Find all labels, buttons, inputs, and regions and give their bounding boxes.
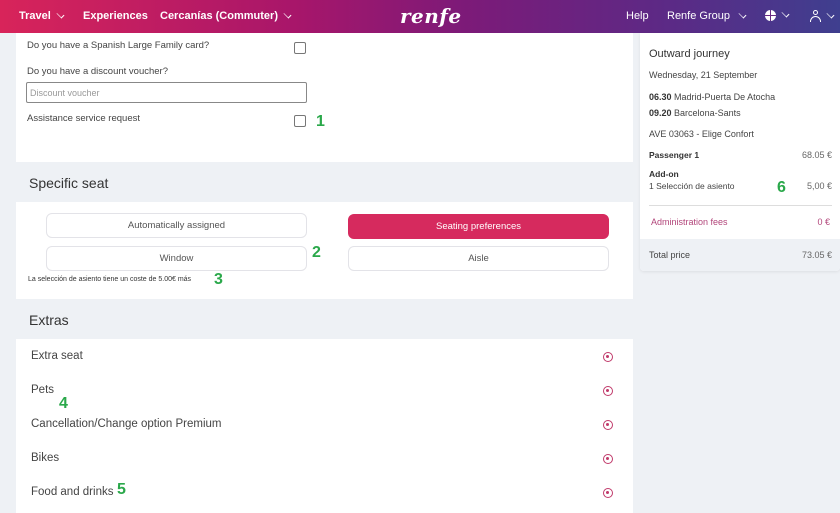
user-icon <box>810 10 821 22</box>
add-circle-icon[interactable] <box>603 488 613 498</box>
extra-item-extra-seat[interactable]: Extra seat <box>16 340 633 374</box>
add-circle-icon[interactable] <box>603 454 613 464</box>
extra-item-pets[interactable]: Pets <box>16 374 633 408</box>
nav-experiences-label: Experiences <box>83 10 148 22</box>
nav-help-label: Help <box>626 10 649 22</box>
main-content: Do you have a Spanish Large Family card?… <box>16 33 633 513</box>
auto-assigned-button[interactable]: Automatically assigned <box>46 213 307 238</box>
admin-fees-price: 0 € <box>817 217 830 227</box>
departure-row: 06.30 Madrid-Puerta De Atocha <box>649 92 775 102</box>
nav-experiences[interactable]: Experiences <box>83 10 148 22</box>
extra-item-label: Food and drinks <box>31 486 114 498</box>
nav-commuter[interactable]: Cercanías (Commuter) <box>160 10 292 22</box>
voucher-label: Do you have a discount voucher? <box>27 66 169 77</box>
departure-station: Madrid-Puerta De Atocha <box>674 92 776 102</box>
passenger-label: Passenger 1 <box>649 150 700 160</box>
add-circle-icon[interactable] <box>603 420 613 430</box>
add-circle-icon[interactable] <box>603 352 613 362</box>
add-circle-icon[interactable] <box>603 386 613 396</box>
journey-summary-panel: Outward journey Wednesday, 21 September … <box>640 33 840 271</box>
annotation-marker: 6 <box>777 179 786 196</box>
nav-renfe-group[interactable]: Renfe Group <box>667 10 747 22</box>
nav-commuter-label: Cercanías (Commuter) <box>160 10 278 22</box>
arrival-station: Barcelona-Sants <box>674 108 741 118</box>
extra-item-food-drinks[interactable]: Food and drinks <box>16 476 633 510</box>
chevron-down-icon <box>283 10 292 18</box>
top-navigation-bar: Travel Experiences Cercanías (Commuter) … <box>0 0 840 33</box>
arrival-time: 09.20 <box>649 108 672 118</box>
total-price: 73.05 € <box>801 250 832 260</box>
seat-cost-note: La selección de asiento tiene un coste d… <box>28 276 192 283</box>
assistance-label: Assistance service request <box>27 113 140 124</box>
aisle-seat-button[interactable]: Aisle <box>348 246 609 271</box>
window-seat-button[interactable]: Window <box>46 246 307 271</box>
discounts-panel: Do you have a Spanish Large Family card?… <box>16 33 633 162</box>
globe-icon <box>765 10 776 21</box>
nav-renfe-group-label: Renfe Group <box>667 10 730 22</box>
large-family-label: Do you have a Spanish Large Family card? <box>27 40 210 51</box>
addon-label: Add-on <box>649 169 679 179</box>
extras-heading: Extras <box>16 299 633 339</box>
addon-price: 5,00 € <box>806 181 832 191</box>
annotation-marker: 3 <box>214 271 223 288</box>
chevron-down-icon <box>738 10 747 18</box>
extra-item-cancellation-premium[interactable]: Cancellation/Change option Premium <box>16 408 633 442</box>
seating-preferences-button[interactable]: Seating preferences <box>348 214 609 239</box>
extra-item-label: Extra seat <box>31 350 83 362</box>
admin-fees-label: Administration fees <box>651 217 728 227</box>
annotation-marker: 1 <box>316 113 325 130</box>
extra-item-label: Pets <box>31 384 55 396</box>
extra-item-bikes[interactable]: Bikes <box>16 442 633 476</box>
extra-item-label: Bikes <box>31 452 60 464</box>
annotation-marker: 2 <box>312 244 321 261</box>
arrival-row: 09.20 Barcelona-Sants <box>649 108 741 118</box>
chevron-down-icon <box>781 9 790 18</box>
train-info: AVE 03063 - Elige Confort <box>649 129 754 139</box>
nav-travel-label: Travel <box>19 10 51 22</box>
summary-divider <box>649 205 832 206</box>
departure-time: 06.30 <box>649 92 672 102</box>
nav-travel[interactable]: Travel <box>19 10 65 22</box>
total-bar: Total price 73.05 € <box>640 239 840 271</box>
journey-date: Wednesday, 21 September <box>649 70 758 80</box>
summary-title: Outward journey <box>649 48 730 60</box>
assistance-checkbox[interactable] <box>294 115 306 127</box>
discount-voucher-input[interactable] <box>26 82 307 103</box>
user-menu[interactable] <box>810 10 835 22</box>
large-family-checkbox[interactable] <box>294 42 306 54</box>
passenger-price: 68.05 € <box>801 150 832 160</box>
renfe-logo[interactable]: renfe <box>400 4 462 28</box>
nav-help[interactable]: Help <box>626 10 649 22</box>
chevron-down-icon <box>826 10 835 18</box>
total-label: Total price <box>649 250 691 260</box>
specific-seat-heading: Specific seat <box>16 162 633 202</box>
chevron-down-icon <box>56 10 65 18</box>
extra-item-label: Cancellation/Change option Premium <box>31 418 222 430</box>
annotation-marker: 5 <box>117 481 126 498</box>
language-selector[interactable] <box>765 9 790 21</box>
addon-item: 1 Selección de asiento <box>649 181 735 191</box>
